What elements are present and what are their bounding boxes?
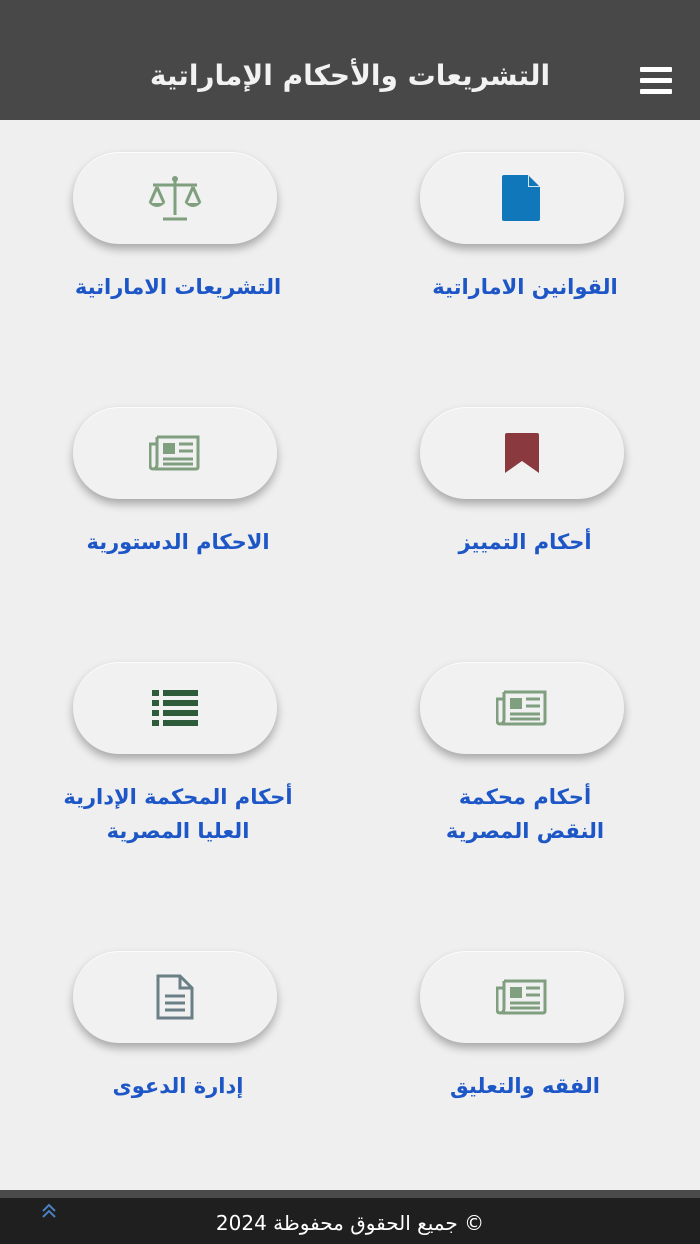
menu-button[interactable] — [640, 66, 672, 94]
egyptian-cassation-button[interactable] — [420, 662, 624, 754]
uae-legislation-button[interactable] — [73, 152, 277, 244]
hamburger-menu-icon — [640, 67, 672, 72]
label-line: النقض المصرية — [445, 819, 605, 843]
list-icon — [152, 690, 198, 726]
label-line: أحكام التمييز — [458, 530, 592, 554]
uae-laws-button[interactable] — [420, 152, 624, 244]
jurisprudence-button[interactable] — [420, 951, 624, 1043]
constitutional-rulings-button[interactable] — [73, 407, 277, 499]
label-line: العليا المصرية — [106, 819, 250, 843]
case-management-label[interactable]: إدارة الدعوى — [38, 1069, 318, 1103]
cassation-rulings-label[interactable]: أحكام التمييز — [385, 525, 665, 559]
egyptian-admin-court-button[interactable] — [73, 662, 277, 754]
document-icon — [156, 974, 194, 1020]
uae-legislation-label[interactable]: التشريعات الاماراتية — [38, 270, 318, 304]
label-line: إدارة الدعوى — [112, 1074, 244, 1098]
label-line: الفقه والتعليق — [450, 1074, 600, 1098]
egyptian-admin-court-label[interactable]: أحكام المحكمة الإدارية العليا المصرية — [38, 780, 318, 848]
uae-laws-label[interactable]: القوانين الاماراتية — [385, 270, 665, 304]
newspaper-icon — [149, 435, 200, 471]
label-line: أحكام محكمة — [458, 785, 592, 809]
page-title: التشريعات والأحكام الإماراتية — [149, 59, 551, 92]
newspaper-icon — [496, 979, 547, 1015]
label-line: القوانين الاماراتية — [432, 275, 618, 299]
label-line: الاحكام الدستورية — [86, 530, 270, 554]
file-icon — [502, 175, 540, 221]
egyptian-cassation-label[interactable]: أحكام محكمة النقض المصرية — [385, 780, 665, 848]
label-line: التشريعات الاماراتية — [74, 275, 282, 299]
cassation-rulings-button[interactable] — [420, 407, 624, 499]
footer-divider — [0, 1190, 700, 1198]
newspaper-icon — [496, 690, 547, 726]
footer: جميع الحقوق محفوظة 2024 © — [0, 1198, 700, 1244]
bookmark-icon — [505, 433, 539, 473]
constitutional-rulings-label[interactable]: الاحكام الدستورية — [38, 525, 318, 559]
label-line: أحكام المحكمة الإدارية — [63, 785, 293, 809]
balance-scale-icon — [148, 176, 202, 221]
jurisprudence-label[interactable]: الفقه والتعليق — [385, 1069, 665, 1103]
case-management-button[interactable] — [73, 951, 277, 1043]
app-header: التشريعات والأحكام الإماراتية — [0, 0, 700, 120]
copyright-text: جميع الحقوق محفوظة 2024 © — [215, 1211, 485, 1235]
